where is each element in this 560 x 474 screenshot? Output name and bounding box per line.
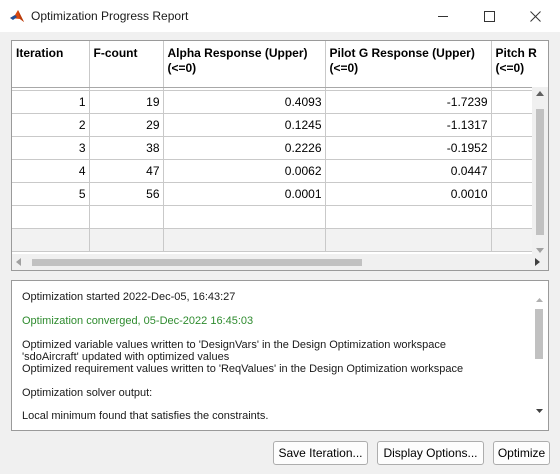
table-header-row: Iteration F-count Alpha Response (Upper)…	[12, 41, 548, 88]
table-row[interactable]: 1 19 0.4093 -1.7239	[12, 90, 548, 114]
cell-pilot: -0.1952	[325, 136, 492, 160]
table-row[interactable]: 3 38 0.2226 -0.1952	[12, 136, 548, 160]
cell-iteration: 4	[12, 159, 90, 183]
iteration-table: Iteration F-count Alpha Response (Upper)…	[12, 41, 548, 252]
scroll-up-arrow-icon[interactable]	[536, 298, 543, 302]
table-row[interactable]: 5 56 0.0001 0.0010	[12, 182, 548, 206]
cell-fcount: 47	[89, 159, 164, 183]
scroll-down-arrow-icon[interactable]	[536, 248, 544, 253]
window-title: Optimization Progress Report	[31, 9, 189, 23]
cell-iteration: 5	[12, 182, 90, 206]
log-variables-written-line: Optimized variable values written to 'De…	[22, 339, 447, 351]
log-started-line: Optimization started 2022-Dec-05, 16:43:…	[22, 291, 236, 303]
cell-fcount: 38	[89, 136, 164, 160]
column-header-pilot-g-response[interactable]: Pilot G Response (Upper) (<=0)	[325, 41, 492, 88]
display-options-button[interactable]: Display Options...	[377, 441, 484, 465]
cell-pilot: -1.7239	[325, 90, 492, 114]
log-vertical-scroll-thumb[interactable]	[535, 309, 543, 359]
column-header-iteration[interactable]: Iteration	[12, 41, 90, 88]
table-row[interactable]: 2 29 0.1245 -1.1317	[12, 113, 548, 137]
title-bar: Optimization Progress Report	[0, 0, 560, 32]
column-header-alpha-response[interactable]: Alpha Response (Upper) (<=0)	[163, 41, 326, 88]
matlab-logo-icon	[9, 8, 25, 24]
minimize-icon	[438, 16, 448, 17]
table-vertical-scrollbar[interactable]	[532, 87, 548, 257]
cell-iteration: 3	[12, 136, 90, 160]
log-converged-line: Optimization converged, 05-Dec-2022 16:4…	[22, 315, 254, 327]
maximize-button[interactable]	[466, 0, 512, 32]
cell-alpha: 0.0001	[163, 182, 326, 206]
cell-fcount: 29	[89, 113, 164, 137]
table-horizontal-scroll-thumb[interactable]	[32, 259, 362, 266]
cell-pilot: -1.1317	[325, 113, 492, 137]
optimize-button[interactable]: Optimize	[493, 441, 550, 465]
close-button[interactable]	[512, 0, 558, 32]
cell-alpha: 0.2226	[163, 136, 326, 160]
table-vertical-scroll-thumb[interactable]	[536, 109, 544, 235]
table-horizontal-scrollbar[interactable]	[12, 254, 548, 270]
log-requirements-written-line: Optimized requirement values written to …	[22, 363, 464, 375]
cell-alpha: 0.0062	[163, 159, 326, 183]
cell-pilot: 0.0447	[325, 159, 492, 183]
table-empty-row	[12, 205, 548, 229]
cell-alpha: 0.1245	[163, 113, 326, 137]
scroll-down-arrow-icon[interactable]	[536, 409, 543, 413]
log-model-updated-line: 'sdoAircraft' updated with optimized val…	[22, 351, 230, 363]
optimization-log-panel[interactable]: Optimization started 2022-Dec-05, 16:43:…	[11, 280, 549, 431]
cell-iteration: 1	[12, 90, 90, 114]
close-icon	[530, 11, 541, 22]
scroll-up-arrow-icon[interactable]	[536, 91, 544, 96]
table-row[interactable]: 4 47 0.0062 0.0447	[12, 159, 548, 183]
log-local-minimum-line: Local minimum found that satisfies the c…	[22, 410, 269, 422]
table-empty-row	[12, 228, 548, 252]
column-header-fcount[interactable]: F-count	[89, 41, 164, 88]
scroll-left-arrow-icon[interactable]	[16, 258, 21, 266]
maximize-icon	[484, 11, 495, 22]
log-vertical-scrollbar[interactable]	[531, 281, 548, 430]
save-iteration-button[interactable]: Save Iteration...	[273, 441, 368, 465]
cell-iteration: 2	[12, 113, 90, 137]
cell-fcount: 19	[89, 90, 164, 114]
scroll-right-arrow-icon[interactable]	[535, 258, 540, 266]
column-header-pitch-response[interactable]: Pitch R (<=0)	[491, 41, 548, 88]
minimize-button[interactable]	[420, 0, 466, 32]
log-solver-output-line: Optimization solver output:	[22, 387, 153, 399]
cell-fcount: 56	[89, 182, 164, 206]
cell-pilot: 0.0010	[325, 182, 492, 206]
cell-alpha: 0.4093	[163, 90, 326, 114]
iteration-table-panel: Iteration F-count Alpha Response (Upper)…	[11, 40, 549, 271]
